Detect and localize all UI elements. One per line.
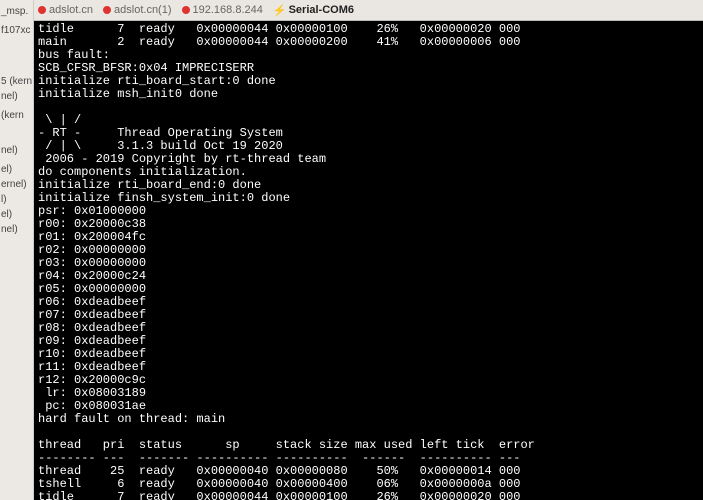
sidebar-item[interactable]: (kern bbox=[0, 108, 33, 123]
sidebar-item[interactable]: nel) bbox=[0, 222, 33, 237]
tab-dot-icon bbox=[103, 6, 111, 14]
app-root: _msp. f107xc 5 (kern nel) (kern nel) el)… bbox=[0, 0, 703, 500]
sidebar-item[interactable]: 5 (kern bbox=[0, 74, 33, 89]
sidebar-item[interactable]: ernel) bbox=[0, 177, 33, 192]
tab-session-active[interactable]: ⚡Serial-COM6 bbox=[273, 4, 354, 17]
tab-dot-icon bbox=[182, 6, 190, 14]
sidebar: _msp. f107xc 5 (kern nel) (kern nel) el)… bbox=[0, 0, 34, 500]
tab-label: adslot.cn bbox=[49, 4, 93, 16]
tab-label: adslot.cn(1) bbox=[114, 4, 171, 16]
tab-session[interactable]: adslot.cn bbox=[38, 4, 93, 16]
sidebar-item[interactable]: _msp. bbox=[0, 4, 33, 19]
sidebar-item[interactable]: el) bbox=[0, 207, 33, 222]
tab-bar: adslot.cn adslot.cn(1) 192.168.8.244 ⚡Se… bbox=[34, 0, 703, 21]
sidebar-item[interactable]: el) bbox=[0, 162, 33, 177]
sidebar-item[interactable]: nel) bbox=[0, 143, 33, 158]
sidebar-item[interactable]: nel) bbox=[0, 89, 33, 104]
tab-dot-icon bbox=[38, 6, 46, 14]
sidebar-item[interactable]: f107xc bbox=[0, 23, 33, 38]
tab-label: 192.168.8.244 bbox=[193, 4, 263, 16]
tab-session[interactable]: 192.168.8.244 bbox=[182, 4, 263, 16]
main-pane: adslot.cn adslot.cn(1) 192.168.8.244 ⚡Se… bbox=[34, 0, 703, 500]
sidebar-item[interactable]: l) bbox=[0, 192, 33, 207]
tab-label: Serial-COM6 bbox=[289, 4, 354, 16]
terminal-output[interactable]: tidle 7 ready 0x00000044 0x00000100 26% … bbox=[34, 21, 703, 500]
tab-session[interactable]: adslot.cn(1) bbox=[103, 4, 171, 16]
lightning-icon: ⚡ bbox=[273, 4, 287, 17]
